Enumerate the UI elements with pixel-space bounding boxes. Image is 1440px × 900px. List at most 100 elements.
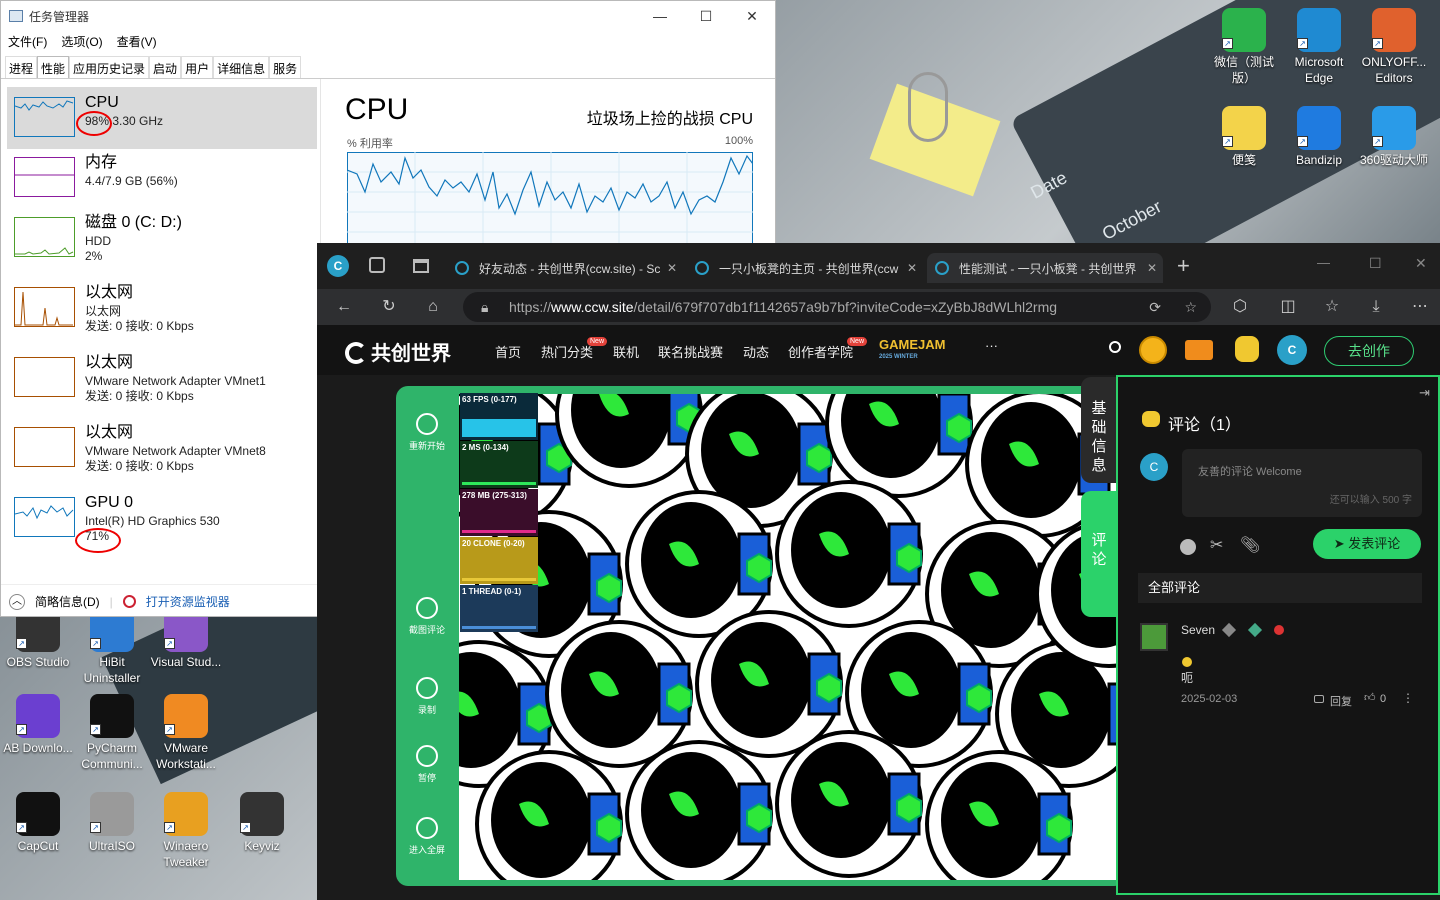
nav-popular[interactable]: 热门分类: [541, 342, 593, 361]
create-button[interactable]: 去创作: [1324, 336, 1414, 366]
desktop-shortcut[interactable]: ↗ ONLYOFF... Editors: [1356, 8, 1432, 86]
favorites-icon[interactable]: ☆: [1317, 289, 1347, 325]
site-logo[interactable]: 共创世界: [345, 337, 451, 366]
desktop-shortcut[interactable]: ↗ PyCharm Communi...: [74, 694, 150, 772]
desktop-shortcut[interactable]: ↗ VMware Workstati...: [148, 694, 224, 772]
profile-avatar-icon[interactable]: C: [327, 255, 349, 277]
scissors-icon[interactable]: ✂: [1210, 535, 1223, 555]
player-button[interactable]: 录制: [399, 677, 455, 716]
translate-icon[interactable]: ⟳: [1149, 292, 1161, 322]
like-icon[interactable]: 👍︎: [1364, 691, 1376, 704]
split-screen-icon[interactable]: ◫: [1273, 289, 1303, 325]
new-tab-button[interactable]: +: [1177, 253, 1190, 279]
nav-academy[interactable]: 创作者学院: [788, 342, 853, 361]
desktop-shortcut[interactable]: ↗ Microsoft Edge: [1281, 8, 1357, 86]
tab-processes[interactable]: 进程: [5, 56, 38, 78]
desktop-shortcut[interactable]: ↗ Winaero Tweaker: [148, 792, 224, 870]
close-tab-icon[interactable]: ✕: [667, 261, 677, 275]
submit-comment-button[interactable]: ➤ 发表评论: [1313, 529, 1421, 559]
close-tab-icon[interactable]: ✕: [1147, 261, 1157, 275]
home-icon[interactable]: ⌂: [418, 289, 448, 325]
url-input[interactable]: 🔒︎ https://www.ccw.site/detail/679f707db…: [463, 292, 1211, 322]
tab-details[interactable]: 详细信息: [213, 56, 270, 78]
desktop-shortcut[interactable]: ↗ HiBit Uninstaller: [74, 608, 150, 686]
nav-challenge[interactable]: 联名挑战赛: [658, 342, 723, 361]
emoji-avatar-icon[interactable]: [1235, 336, 1259, 362]
tab-actions-icon[interactable]: [413, 259, 429, 273]
close-tab-icon[interactable]: ✕: [907, 261, 917, 275]
comment-username[interactable]: Seven: [1181, 623, 1215, 637]
player-button[interactable]: 截图评论: [399, 597, 455, 636]
gamejam-link[interactable]: GAMEJAM 2025 WINTER: [879, 338, 945, 363]
desktop-shortcut[interactable]: ↗ Keyviz: [224, 792, 300, 854]
maximize-button[interactable]: ☐: [683, 1, 729, 31]
tab-services[interactable]: 服务: [269, 56, 302, 78]
coin-icon[interactable]: [1139, 336, 1167, 364]
resource-item[interactable]: CPU 98% 3.30 GHz: [7, 87, 317, 149]
tab-basic-info[interactable]: 基础信息: [1081, 377, 1117, 483]
desktop-shortcut[interactable]: ↗ 360驱动大师: [1356, 106, 1432, 168]
menu-view[interactable]: 查看(V): [117, 33, 157, 50]
resource-item[interactable]: 以太网 以太网 发送: 0 接收: 0 Kbps: [7, 277, 317, 339]
collapse-panel-icon[interactable]: ⇥: [1419, 385, 1430, 401]
tab-startup[interactable]: 启动: [149, 56, 182, 78]
comment-input[interactable]: 友善的评论 Welcome 还可以输入 500 字: [1182, 449, 1422, 517]
extensions-icon[interactable]: ⬡: [1225, 289, 1255, 325]
desktop-shortcut[interactable]: ↗ CapCut: [0, 792, 76, 854]
user-avatar[interactable]: C: [1277, 335, 1307, 365]
downloads-icon[interactable]: ⤓: [1361, 289, 1391, 325]
open-resource-monitor-link[interactable]: 打开资源监视器: [146, 593, 230, 610]
player-button[interactable]: 重新开始: [399, 413, 455, 452]
nav-online[interactable]: 联机: [613, 342, 639, 361]
back-icon[interactable]: ←: [329, 289, 359, 325]
desktop-shortcut[interactable]: ↗ Visual Stud...: [148, 608, 224, 670]
reply-link[interactable]: 回复: [1330, 693, 1352, 709]
desktop-shortcut[interactable]: ↗ Bandizip: [1281, 106, 1357, 168]
mail-icon[interactable]: [1185, 340, 1213, 360]
desktop-shortcut[interactable]: ↗ 便笺: [1206, 106, 1282, 168]
more-menu-icon[interactable]: ⋯: [1405, 289, 1435, 325]
desktop-shortcut[interactable]: ↗ AB Downlo...: [0, 694, 76, 756]
player-button[interactable]: 进入全屏: [399, 817, 455, 856]
desktop-shortcut[interactable]: ↗ OBS Studio: [0, 608, 76, 670]
browser-tab[interactable]: 好友动态 - 共创世界(ccw.site) - Sc ✕: [447, 253, 683, 283]
comment-menu-icon[interactable]: ⋮: [1402, 691, 1414, 705]
favorite-star-icon[interactable]: ☆: [1184, 292, 1197, 322]
resource-item[interactable]: 磁盘 0 (C: D:) HDD 2%: [7, 207, 317, 269]
shortcut-label: 微信（测试版）: [1213, 55, 1274, 85]
desktop-shortcut[interactable]: ↗ 微信（测试版）: [1206, 8, 1282, 86]
nav-home[interactable]: 首页: [495, 342, 521, 361]
brief-info-link[interactable]: 简略信息(D): [35, 593, 100, 610]
player-button[interactable]: 暂停: [399, 745, 455, 784]
chevron-up-icon[interactable]: ︿: [9, 593, 25, 610]
tab-comments[interactable]: 评论: [1081, 491, 1117, 617]
menu-options[interactable]: 选项(O): [61, 33, 102, 50]
tab-users[interactable]: 用户: [181, 56, 214, 78]
workspaces-icon[interactable]: [369, 257, 385, 273]
desktop-shortcut[interactable]: ↗ UltraISO: [74, 792, 150, 854]
tab-performance[interactable]: 性能: [37, 56, 70, 78]
seven-avatar[interactable]: [1140, 623, 1168, 651]
window-minimize-button[interactable]: —: [1317, 255, 1330, 270]
close-button[interactable]: ✕: [729, 1, 775, 31]
tab-app-history[interactable]: 应用历史记录: [69, 56, 150, 78]
minimize-button[interactable]: —: [637, 1, 683, 31]
resource-item[interactable]: 以太网 VMware Network Adapter VMnet8 发送: 0 接收…: [7, 417, 317, 479]
browser-tab[interactable]: 一只小板凳的主页 - 共创世界(ccw ✕: [687, 253, 923, 283]
perf-monitor-panel: 278 MB (275-313): [460, 489, 538, 536]
nav-feed[interactable]: 动态: [743, 342, 769, 361]
reply-icon[interactable]: [1314, 695, 1324, 703]
attachment-icon[interactable]: 📎︎: [1240, 535, 1260, 555]
search-icon[interactable]: [1109, 341, 1121, 353]
nav-more[interactable]: ···: [985, 338, 998, 353]
resource-item[interactable]: GPU 0 Intel(R) HD Graphics 530 71%: [7, 487, 317, 549]
menu-file[interactable]: 文件(F): [8, 33, 47, 50]
window-maximize-button[interactable]: ☐: [1369, 255, 1382, 272]
emoji-icon[interactable]: [1180, 539, 1196, 555]
window-close-button[interactable]: ✕: [1415, 255, 1427, 272]
refresh-icon[interactable]: ↻: [374, 289, 404, 325]
game-stage[interactable]: [459, 394, 1119, 880]
browser-tab-active[interactable]: 性能测试 - 一只小板凳 - 共创世界 ✕: [927, 253, 1163, 283]
resource-item[interactable]: 内存 4.4/7.9 GB (56%): [7, 147, 317, 209]
resource-item[interactable]: 以太网 VMware Network Adapter VMnet1 发送: 0 接收…: [7, 347, 317, 409]
